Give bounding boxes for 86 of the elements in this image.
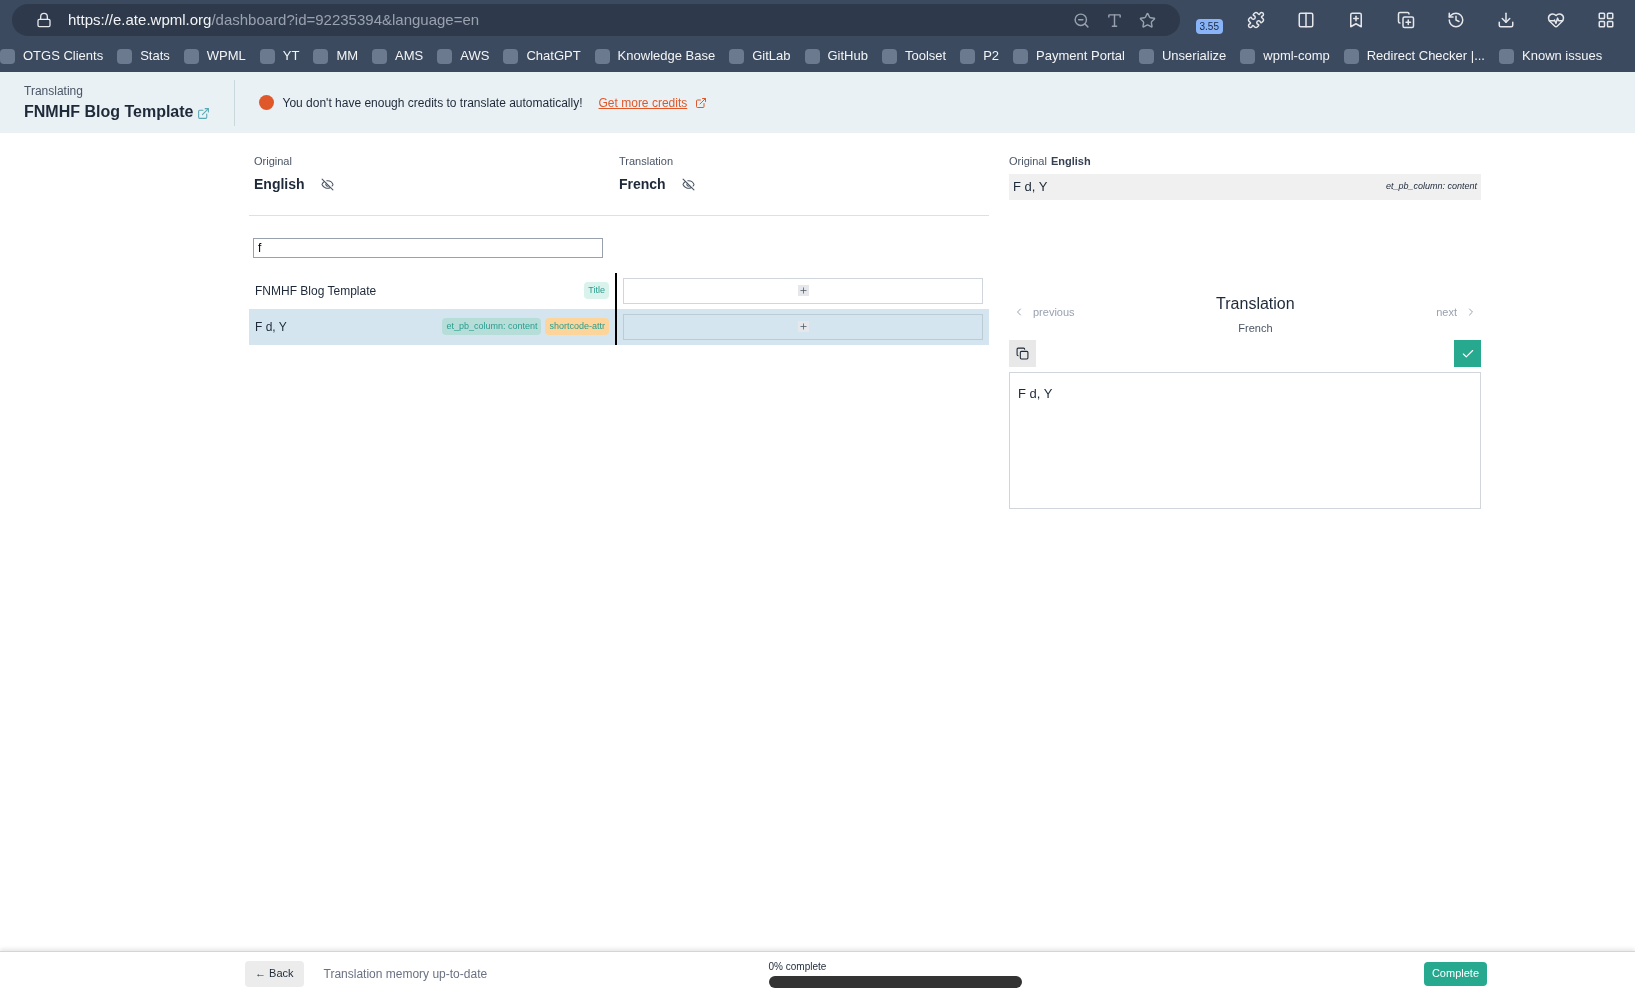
- site-icon: [804, 48, 820, 64]
- bookmark-link[interactable]: AWS: [460, 46, 490, 66]
- segment-tag: et_pb_column: content: [442, 317, 542, 336]
- memory-status: Translation memory up-to-date: [323, 965, 489, 983]
- bookmark-link[interactable]: Redirect Checker |...: [1366, 46, 1485, 66]
- eye-off-icon[interactable]: [320, 177, 334, 191]
- extension-badge[interactable]: 3.55: [1195, 18, 1223, 34]
- site-icon: [1499, 48, 1514, 64]
- back-button[interactable]: ← Back: [245, 960, 304, 987]
- external-link-icon[interactable]: [695, 96, 708, 109]
- toolbar-icon[interactable]: [1597, 11, 1615, 29]
- external-link-icon[interactable]: [197, 107, 211, 120]
- add-icon[interactable]: [797, 285, 809, 296]
- url-text: https://e.ate.wpml.org/dashboard?id=92235394&language=en: [68, 9, 481, 30]
- segment-tag: shortcode-attr: [545, 317, 609, 336]
- search-field[interactable]: f: [253, 237, 603, 258]
- site-icon: [594, 48, 610, 64]
- alert-icon: [259, 95, 275, 110]
- bookmark-link[interactable]: AMS: [395, 46, 424, 66]
- translating-label: Translating: [24, 82, 84, 100]
- bookmark-link[interactable]: Unserialize: [1161, 46, 1227, 66]
- translation-cell[interactable]: [623, 277, 983, 304]
- bookmark-link[interactable]: Known issues: [1522, 46, 1603, 66]
- toolbar-icon[interactable]: [1297, 11, 1315, 29]
- eye-off-icon[interactable]: [681, 177, 695, 191]
- bookmark-link[interactable]: Knowledge Base: [617, 46, 716, 66]
- language-name: French: [619, 174, 666, 194]
- bookmark-link[interactable]: MM: [336, 46, 359, 66]
- bookmark-link[interactable]: WPML: [206, 46, 246, 66]
- site-icon: [1013, 48, 1029, 64]
- translation-cell[interactable]: [623, 313, 983, 340]
- bookmark-link[interactable]: Toolset: [904, 46, 947, 66]
- address-bar[interactable]: https://e.ate.wpml.org/dashboard?id=92235394&language=en: [12, 4, 1180, 36]
- site-icon: [117, 48, 133, 64]
- segment-row[interactable]: F d, Y et_pb_column: content shortcode-attr: [249, 308, 989, 345]
- alert-message: You don't have enough credits to translate automatically!: [282, 94, 583, 112]
- site-icon: [437, 48, 453, 64]
- site-icon: [313, 48, 329, 64]
- source-text: F d, Y: [255, 318, 287, 336]
- original-text: F d, Y: [1013, 177, 1048, 196]
- site-icon: [729, 48, 745, 64]
- translation-language: French: [1238, 320, 1273, 336]
- site-icon: [881, 48, 897, 64]
- column-label: Translation: [619, 154, 674, 169]
- translation-text: F d, Y: [1018, 386, 1053, 401]
- site-icon: [0, 48, 15, 64]
- document-title: FNMHF Blog Template: [24, 101, 194, 122]
- site-icon: [960, 48, 976, 64]
- zoom-out-icon[interactable]: [1072, 11, 1090, 29]
- add-icon[interactable]: [797, 321, 809, 332]
- bookmark-link[interactable]: GitLab: [752, 46, 791, 66]
- copy-original-button[interactable]: [1009, 340, 1036, 367]
- bookmark-link[interactable]: OTGS Clients: [23, 46, 104, 66]
- source-text: FNMHF Blog Template: [255, 282, 377, 300]
- copy-icon: [1016, 347, 1029, 360]
- language-name: English: [254, 174, 305, 194]
- bookmark-link[interactable]: ChatGPT: [526, 46, 581, 66]
- site-icon: [1138, 48, 1154, 64]
- site-icon: [1343, 48, 1359, 64]
- original-tag: et_pb_column: content: [1385, 179, 1477, 194]
- bookmark-link[interactable]: Stats: [140, 46, 170, 66]
- toolbar-icon[interactable]: [1447, 11, 1465, 29]
- bookmark-link[interactable]: P2: [983, 46, 1000, 66]
- site-icon: [259, 48, 275, 64]
- star-icon[interactable]: [1138, 11, 1156, 29]
- site-icon: [503, 48, 519, 64]
- site-icon: [372, 48, 388, 64]
- bookmark-link[interactable]: GitHub: [827, 46, 868, 66]
- bookmark-link[interactable]: YT: [282, 46, 300, 66]
- progress-label: 0% complete: [768, 960, 828, 974]
- site-icon: [183, 48, 199, 64]
- lock-icon: [36, 12, 52, 28]
- toolbar-icon[interactable]: [1247, 11, 1265, 29]
- translation-editor[interactable]: F d, Y: [1009, 372, 1481, 509]
- bookmark-link[interactable]: Payment Portal: [1036, 46, 1125, 66]
- toolbar-icon[interactable]: [1347, 11, 1365, 29]
- original-language: English: [1050, 154, 1091, 169]
- toolbar-icon[interactable]: [1547, 11, 1565, 29]
- translation-title: Translation: [1216, 293, 1295, 314]
- toolbar-icon[interactable]: [1497, 11, 1515, 29]
- column-label: Original: [254, 154, 293, 169]
- original-label: Original: [1009, 154, 1047, 169]
- toolbar-icon[interactable]: [1397, 11, 1415, 29]
- bookmark-link[interactable]: wpml-comp: [1263, 46, 1330, 66]
- segment-tag: Title: [584, 281, 609, 300]
- site-icon: [1240, 48, 1256, 64]
